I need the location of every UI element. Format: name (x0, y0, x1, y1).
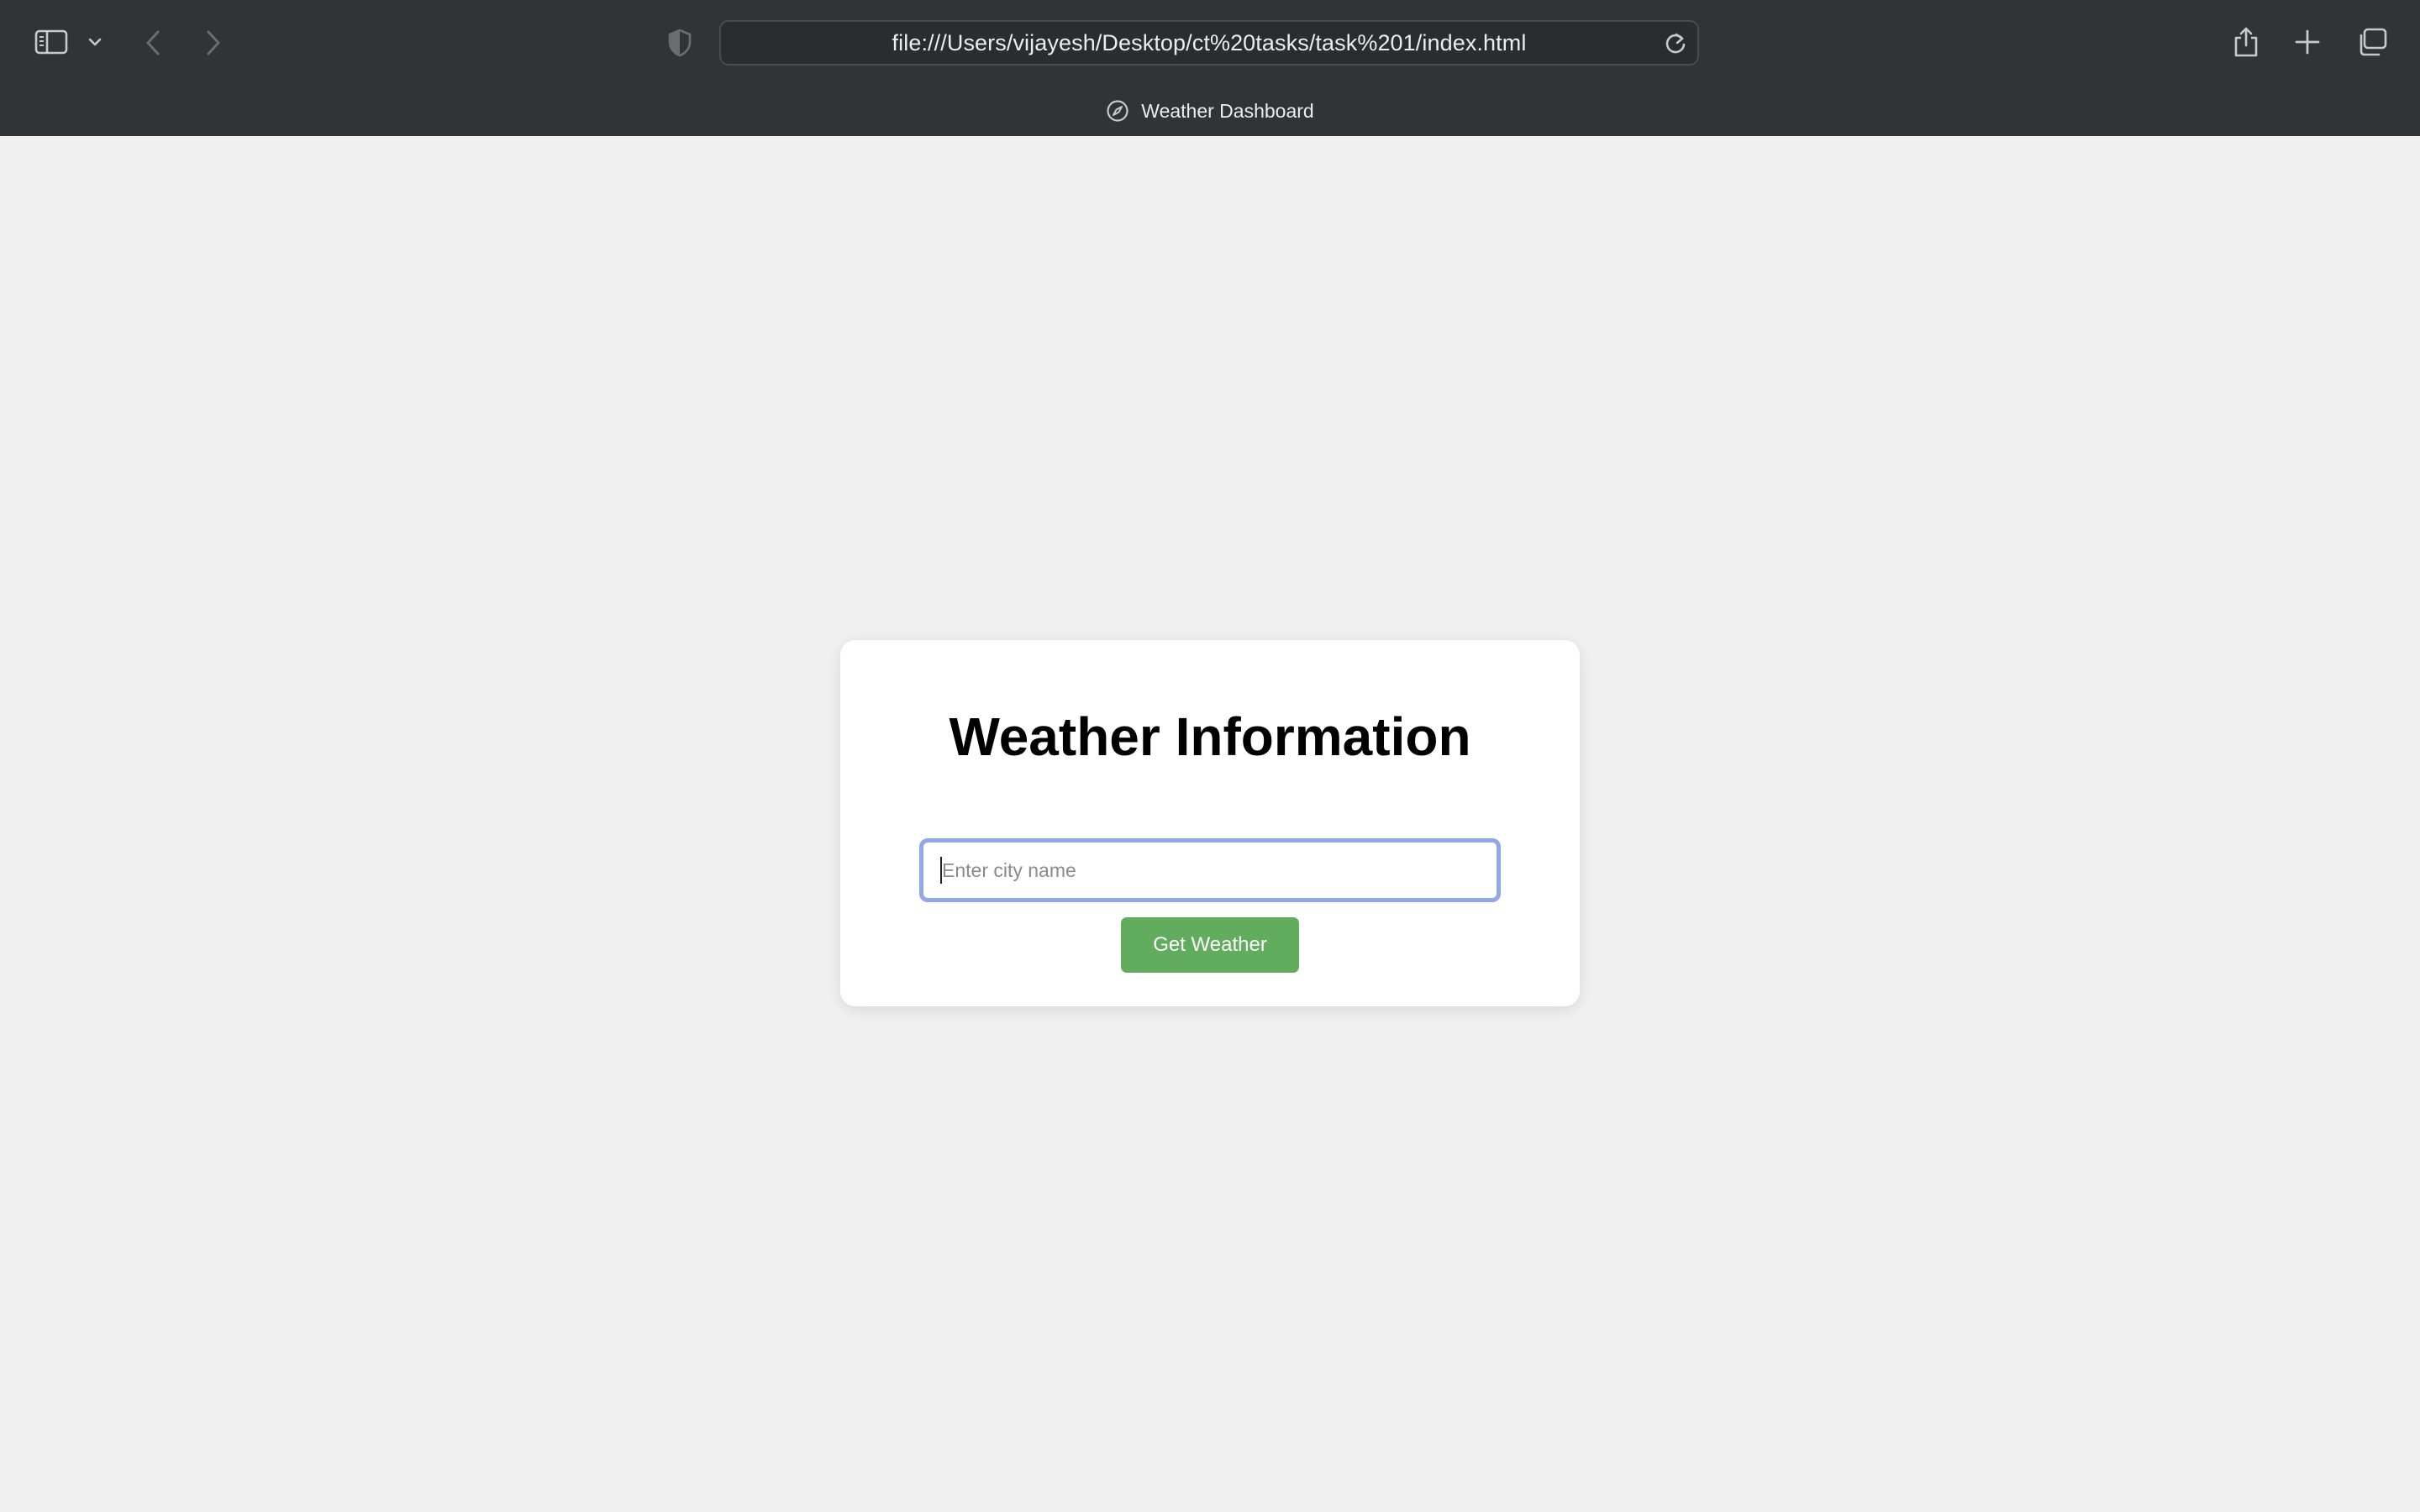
city-search-input[interactable] (919, 838, 1501, 902)
share-icon[interactable] (2230, 24, 2262, 60)
text-cursor (940, 857, 942, 884)
url-text[interactable]: file:///Users/vijayesh/Desktop/ct%20task… (892, 30, 1527, 56)
page-content: Weather Information Get Weather (0, 136, 2420, 1512)
get-weather-button[interactable]: Get Weather (1121, 917, 1299, 973)
compass-icon (1106, 99, 1129, 123)
page-title: Weather Information (949, 706, 1471, 767)
chevron-right-icon[interactable] (202, 27, 225, 59)
tab-title: Weather Dashboard (1141, 99, 1314, 122)
tabs-overview-icon[interactable] (2354, 25, 2390, 59)
sidebar-icon[interactable] (32, 27, 71, 57)
weather-card: Weather Information Get Weather (840, 640, 1580, 1006)
shield-icon[interactable] (666, 27, 694, 59)
chevron-down-icon[interactable] (86, 32, 104, 52)
reload-icon[interactable] (1664, 31, 1687, 60)
browser-toolbar: file:///Users/vijayesh/Desktop/ct%20task… (0, 0, 2420, 136)
plus-icon[interactable] (2292, 27, 2323, 57)
address-bar[interactable]: file:///Users/vijayesh/Desktop/ct%20task… (719, 20, 1699, 66)
active-tab[interactable]: Weather Dashboard (0, 92, 2420, 129)
chevron-left-icon[interactable] (141, 27, 165, 59)
